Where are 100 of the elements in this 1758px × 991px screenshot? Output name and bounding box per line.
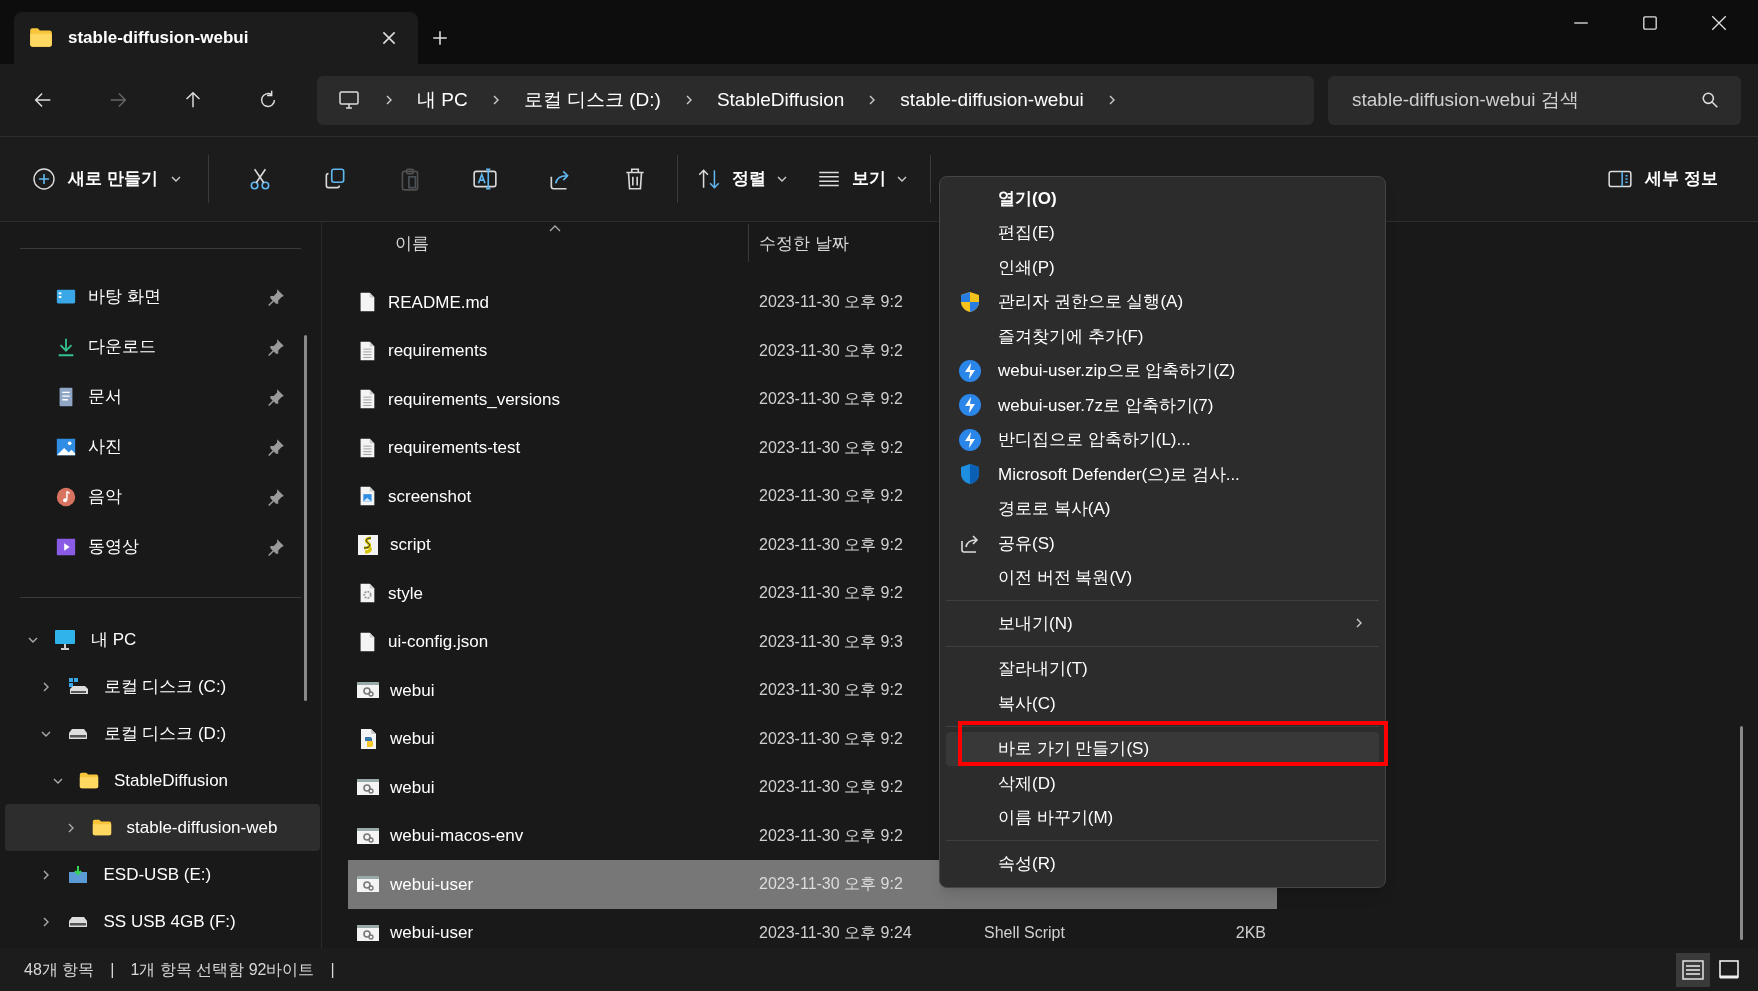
file-name: requirements bbox=[388, 340, 488, 362]
monitor-icon bbox=[53, 628, 77, 651]
menu-item[interactable]: 이름 바꾸기(M) bbox=[946, 800, 1379, 835]
lightning-icon bbox=[958, 427, 982, 452]
file-name: style bbox=[388, 582, 423, 605]
file-name: webui bbox=[390, 679, 435, 702]
picture-icon bbox=[55, 436, 77, 458]
size-cell-text: 2KB bbox=[1234, 922, 1267, 943]
date-cell-text: 2023-11-30 오후 9:2 bbox=[759, 486, 904, 507]
rename-icon bbox=[472, 166, 499, 192]
menu-item[interactable]: 열기(O) bbox=[946, 181, 1379, 216]
breadcrumb-item[interactable]: 내 PC bbox=[417, 85, 468, 115]
date-cell-text: 2023-11-30 오후 9:2 bbox=[759, 680, 904, 701]
menu-item[interactable]: 관리자 권한으로 실행(A) bbox=[946, 284, 1379, 319]
close-icon[interactable] bbox=[380, 29, 398, 47]
date-cell-text: 2023-11-30 오후 9:2 bbox=[759, 777, 904, 798]
menu-item[interactable]: 보내기(N) bbox=[946, 606, 1379, 641]
tree-item[interactable]: ESD-USB (E:) bbox=[5, 851, 320, 898]
search-field[interactable]: stable-diffusion-webui 검색 bbox=[1328, 75, 1741, 125]
music-icon bbox=[55, 486, 77, 508]
breadcrumb-item[interactable]: stable-diffusion-webui bbox=[900, 85, 1084, 115]
date-cell-text: 2023-11-30 오후 9:2 bbox=[759, 437, 904, 458]
lightning-icon bbox=[958, 393, 982, 418]
file-name: webui-user bbox=[390, 922, 474, 944]
date-cell-text: 2023-11-30 오후 9:2 bbox=[759, 874, 904, 895]
status-text: 48개 항목 bbox=[24, 959, 95, 980]
menu-item[interactable]: Microsoft Defender(으)로 검사... bbox=[946, 457, 1379, 492]
window-tab[interactable]: stable-diffusion-webui bbox=[14, 12, 418, 64]
column-header[interactable]: 수정한 날짜 bbox=[749, 230, 849, 262]
close-icon[interactable] bbox=[1710, 14, 1728, 32]
tree-item[interactable]: 로컬 디스크 (C:) bbox=[5, 663, 320, 710]
file-name: script bbox=[390, 534, 431, 556]
details-button[interactable]: 세부 정보 bbox=[1593, 155, 1732, 203]
tree-item[interactable]: 로컬 디스크 (D:) bbox=[5, 710, 320, 757]
date-cell-text: 2023-11-30 오후 9:2 bbox=[759, 583, 904, 604]
address-bar[interactable]: 내 PC 로컬 디스크 (D:) StableDiffusion stable-diffusion-webui bbox=[317, 75, 1314, 125]
file-name: webui-macos-env bbox=[390, 825, 524, 847]
menu-item[interactable]: 편집(E) bbox=[946, 215, 1379, 250]
menu-item[interactable]: 반디집으로 압축하기(L)... bbox=[946, 422, 1379, 457]
date-cell-text: 2023-11-30 오후 9:24 bbox=[759, 922, 913, 943]
column-header[interactable]: 이름 bbox=[348, 230, 748, 262]
details-view-button[interactable] bbox=[1676, 952, 1710, 987]
quick-access-item[interactable]: 다운로드 bbox=[0, 322, 321, 372]
menu-item[interactable]: 경로로 복사(A) bbox=[946, 491, 1379, 526]
menu-item[interactable]: 인쇄(P) bbox=[946, 250, 1379, 285]
maximize-icon[interactable] bbox=[1641, 14, 1659, 32]
shield-icon bbox=[958, 462, 982, 487]
file-name: requirements-test bbox=[388, 437, 521, 459]
date-cell-text: 2023-11-30 오후 9:2 bbox=[759, 292, 904, 313]
quick-access-item[interactable]: 동영상 bbox=[0, 522, 321, 572]
shield-icon bbox=[958, 289, 982, 314]
menu-item[interactable]: 즐겨찾기에 추가(F) bbox=[946, 319, 1379, 354]
pin-icon[interactable] bbox=[267, 438, 285, 456]
date-cell-text: 2023-11-30 오후 9:2 bbox=[759, 340, 904, 361]
pin-icon[interactable] bbox=[267, 538, 285, 556]
file-name: README.md bbox=[388, 291, 490, 314]
lightning-icon bbox=[958, 358, 982, 383]
video-icon bbox=[55, 536, 77, 558]
script-file-icon bbox=[356, 532, 380, 557]
quick-access-item[interactable]: 바탕 화면 bbox=[0, 272, 321, 322]
menu-item[interactable]: 복사(C) bbox=[946, 686, 1379, 721]
list-icon bbox=[1681, 957, 1705, 982]
sort-button[interactable]: 정렬 bbox=[681, 155, 802, 203]
menu-item[interactable]: webui-user.zip으로 압축하기(Z) bbox=[946, 353, 1379, 388]
view-button[interactable]: 보기 bbox=[801, 155, 922, 203]
pin-icon[interactable] bbox=[267, 338, 285, 356]
scrollbar[interactable] bbox=[304, 335, 307, 701]
tiles-icon bbox=[1717, 957, 1741, 982]
menu-item[interactable]: webui-user.7z로 압축하기(7) bbox=[946, 388, 1379, 423]
tree-item[interactable]: stable-diffusion-web bbox=[5, 804, 320, 851]
date-cell-text: 2023-11-30 오후 9:2 bbox=[759, 389, 904, 410]
menu-item[interactable]: 이전 버전 복원(V) bbox=[946, 560, 1379, 595]
breadcrumb-item[interactable]: StableDiffusion bbox=[716, 85, 845, 115]
menu-item[interactable]: 잘라내기(T) bbox=[946, 651, 1379, 686]
plus-icon[interactable] bbox=[431, 29, 449, 47]
quick-access-item[interactable]: 음악 bbox=[0, 472, 321, 522]
tree-item[interactable]: 내 PC bbox=[5, 616, 320, 663]
file-row[interactable]: webui-user 2023-11-30 오후 9:24 Shell Script 2KB bbox=[348, 908, 1277, 957]
file-name: requirements_versions bbox=[388, 388, 560, 411]
new-button[interactable]: 새로 만들기 bbox=[20, 155, 194, 203]
menu-item[interactable]: 공유(S) bbox=[946, 526, 1379, 561]
menu-item[interactable]: 삭제(D) bbox=[946, 766, 1379, 801]
file-name: webui bbox=[390, 728, 435, 750]
search-icon bbox=[1701, 91, 1719, 109]
scrollbar[interactable] bbox=[1740, 726, 1743, 940]
pin-icon[interactable] bbox=[267, 388, 285, 406]
breadcrumb-item[interactable]: 로컬 디스크 (D:) bbox=[523, 85, 661, 115]
file-name: ui-config.json bbox=[388, 631, 489, 653]
tree-item[interactable]: StableDiffusion bbox=[5, 757, 320, 804]
date-cell-text: 2023-11-30 오후 9:2 bbox=[759, 728, 904, 749]
quick-access-item[interactable]: 사진 bbox=[0, 422, 321, 472]
pin-icon[interactable] bbox=[267, 488, 285, 506]
tree-item[interactable]: SS USB 4GB (F:) bbox=[5, 898, 320, 945]
file-name: screenshot bbox=[388, 485, 472, 508]
quick-access-item[interactable]: 문서 bbox=[0, 372, 321, 422]
tab-title: stable-diffusion-webui bbox=[68, 27, 249, 50]
status-text: 1개 항목 선택함 92바이트 bbox=[130, 959, 315, 980]
pin-icon[interactable] bbox=[267, 288, 285, 306]
status-text: | bbox=[110, 959, 115, 980]
plus-circle-icon bbox=[32, 167, 56, 191]
